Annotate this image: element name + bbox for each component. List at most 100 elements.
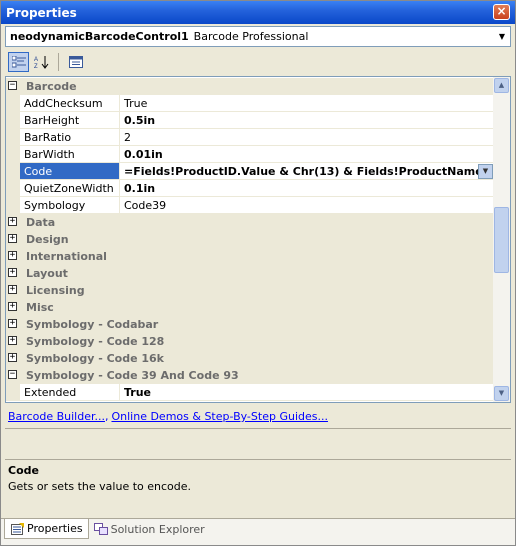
property-value[interactable]: Code39 [120,197,494,214]
collapse-icon[interactable]: − [8,81,17,90]
category-row-licensing[interactable]: + Licensing [6,282,494,299]
expand-icon[interactable]: + [8,336,17,345]
property-name[interactable]: QuietZoneWidth [20,180,120,197]
category-label: Barcode [26,80,77,93]
row-gutter [6,163,20,180]
category-gutter: + [6,231,20,248]
property-row-extended[interactable]: Extended True [6,384,494,401]
svg-text:A: A [34,57,38,63]
alphabetical-icon[interactable]: A Z [31,52,52,72]
tab-solution-explorer-label: Solution Explorer [110,522,205,536]
expand-icon[interactable]: + [8,319,17,328]
tab-solution-explorer[interactable]: Solution Explorer [89,519,210,539]
window-title: Properties [6,5,77,20]
property-value[interactable]: 0.01in [120,146,494,163]
property-name[interactable]: Extended [20,384,120,401]
category-row-symbology-code-128[interactable]: + Symbology - Code 128 [6,333,494,350]
property-name[interactable]: AddChecksum [20,95,120,112]
row-gutter [6,197,20,214]
row-gutter [6,146,20,163]
category-label: Data [26,216,56,229]
chevron-down-icon[interactable]: ▼ [495,28,509,45]
category-label: Licensing [26,284,85,297]
row-gutter [6,129,20,146]
property-row-barwidth[interactable]: BarWidth 0.01in [6,146,494,163]
property-row-code[interactable]: Code =Fields!ProductID.Value & Chr(13) & … [6,163,494,180]
expand-icon[interactable]: + [8,251,17,260]
row-gutter [6,112,20,129]
collapse-icon[interactable]: − [8,370,17,379]
property-value[interactable]: =Fields!ProductID.Value & Chr(13) & Fiel… [120,163,494,180]
category-label: Design [26,233,69,246]
object-name: neodynamicBarcodeControl1 [10,30,189,43]
category-gutter: + [6,265,20,282]
category-row-data[interactable]: + Data [6,214,494,231]
expand-icon[interactable]: + [8,268,17,277]
expand-icon[interactable]: + [8,234,17,243]
title-bar: Properties × [1,1,515,24]
property-value[interactable]: 0.1in [120,180,494,197]
property-grid[interactable]: − Barcode AddChecksum True BarHeight 0.5in Bar… [5,76,511,403]
property-name[interactable]: BarHeight [20,112,120,129]
category-gutter: + [6,299,20,316]
category-row-misc[interactable]: + Misc [6,299,494,316]
property-row-barheight[interactable]: BarHeight 0.5in [6,112,494,129]
category-label: Layout [26,267,68,280]
row-gutter [6,180,20,197]
value-dropdown-icon[interactable]: ▼ [478,164,493,179]
category-gutter: + [6,282,20,299]
category-row-symbology-codabar[interactable]: + Symbology - Codabar [6,316,494,333]
category-label: Symbology - Code 128 [26,335,165,348]
scroll-up-icon[interactable]: ▲ [494,78,509,93]
scroll-thumb[interactable] [494,207,509,273]
category-gutter: + [6,316,20,333]
category-row-barcode[interactable]: − Barcode [6,78,494,95]
property-value[interactable]: True [120,95,494,112]
expand-icon[interactable]: + [8,353,17,362]
expand-icon[interactable]: + [8,285,17,294]
property-name[interactable]: BarRatio [20,129,120,146]
property-value[interactable]: True [120,384,494,401]
property-pages-icon[interactable] [65,52,86,72]
object-type: Barcode Professional [193,30,309,43]
solution-explorer-icon [93,523,108,536]
category-label: Symbology - Code 39 And Code 93 [26,369,239,382]
tab-properties[interactable]: Properties [4,519,89,539]
close-icon[interactable]: × [493,4,510,20]
category-gutter: + [6,214,20,231]
category-label: International [26,250,107,263]
description-title: Code [8,464,39,477]
category-row-design[interactable]: + Design [6,231,494,248]
expand-icon[interactable]: + [8,302,17,311]
properties-window: Properties × neodynamicBarcodeControl1 B… [0,0,516,546]
category-row-symbology-code39[interactable]: − Symbology - Code 39 And Code 93 [6,367,494,384]
object-selector[interactable]: neodynamicBarcodeControl1 Barcode Profes… [5,26,511,47]
property-value[interactable]: 0.5in [120,112,494,129]
property-row-barratio[interactable]: BarRatio 2 [6,129,494,146]
command-separator: , [104,410,109,423]
svg-text:Z: Z [34,64,38,69]
property-value[interactable]: 2 [120,129,494,146]
row-gutter [6,95,20,112]
property-name[interactable]: BarWidth [20,146,120,163]
expand-icon[interactable]: + [8,217,17,226]
property-name[interactable]: Code [20,163,120,180]
property-name[interactable]: Symbology [20,197,120,214]
category-row-layout[interactable]: + Layout [6,265,494,282]
categorized-icon[interactable] [8,52,29,72]
property-row-symbology[interactable]: Symbology Code39 [6,197,494,214]
vertical-scrollbar[interactable]: ▲ ▼ [493,77,510,402]
scroll-down-icon[interactable]: ▼ [494,386,509,401]
category-row-international[interactable]: + International [6,248,494,265]
toolbar: A Z [5,50,511,74]
category-label: Symbology - Code 16k [26,352,164,365]
description-pane: Code Gets or sets the value to encode. [5,459,511,511]
properties-icon [10,522,24,535]
tab-properties-label: Properties [27,522,83,535]
category-row-symbology-code-16k[interactable]: + Symbology - Code 16k [6,350,494,367]
barcode-builder-link[interactable]: Barcode Builder... [8,410,105,423]
property-row-quietzonewidth[interactable]: QuietZoneWidth 0.1in [6,180,494,197]
category-label: Symbology - Codabar [26,318,159,331]
property-row-addchecksum[interactable]: AddChecksum True [6,95,494,112]
online-demos-link[interactable]: Online Demos & Step-By-Step Guides... [111,410,327,423]
